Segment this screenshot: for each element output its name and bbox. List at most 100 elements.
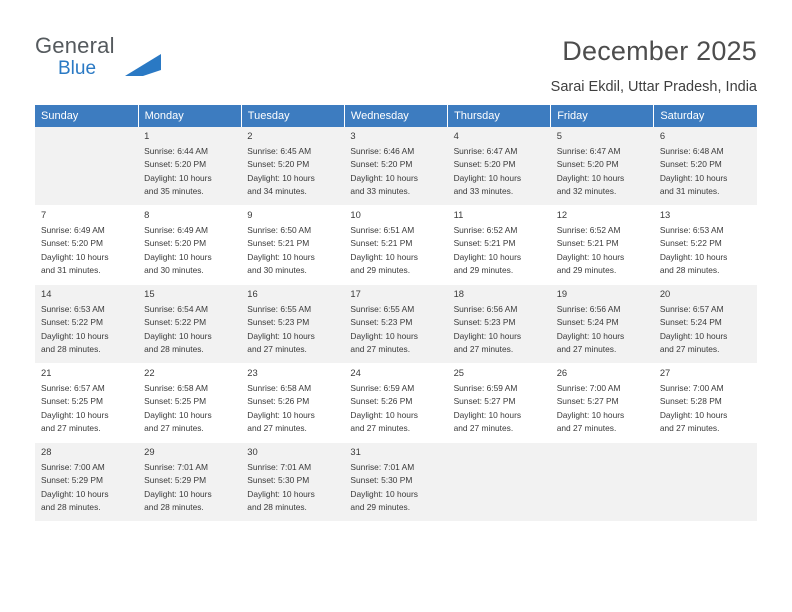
day-details: Sunrise: 6:51 AM Sunset: 5:21 PM Dayligh…: [350, 225, 418, 275]
weekday-header-monday: Monday: [138, 105, 242, 127]
day-details: Sunrise: 6:58 AM Sunset: 5:25 PM Dayligh…: [144, 383, 212, 433]
day-cell: 12 Sunrise: 6:52 AM Sunset: 5:21 PM Dayli…: [550, 205, 654, 285]
day-cell: 25 Sunrise: 6:59 AM Sunset: 5:27 PM Dayli…: [447, 363, 551, 443]
day-cell: 9 Sunrise: 6:50 AM Sunset: 5:21 PM Daylig…: [241, 205, 345, 285]
day-number: 30: [247, 446, 258, 457]
day-cell: 5 Sunrise: 6:47 AM Sunset: 5:20 PM Daylig…: [550, 127, 654, 206]
day-number: 22: [144, 367, 155, 378]
day-number: 28: [41, 446, 52, 457]
day-cell: [653, 442, 757, 522]
day-cell: 15 Sunrise: 6:54 AM Sunset: 5:22 PM Dayli…: [138, 284, 242, 364]
weekday-header-sunday: Sunday: [35, 105, 139, 127]
day-cell: 7 Sunrise: 6:49 AM Sunset: 5:20 PM Daylig…: [35, 205, 139, 285]
day-number: 26: [556, 367, 568, 378]
calendar-week-row: 21 Sunrise: 6:57 AM Sunset: 5:25 PM Dayli…: [35, 363, 757, 443]
day-number: 21: [41, 367, 52, 378]
logo-swoosh-icon: [125, 54, 161, 76]
calendar-week-row: 1 Sunrise: 6:44 AM Sunset: 5:20 PM Daylig…: [35, 127, 757, 206]
day-cell: 21 Sunrise: 6:57 AM Sunset: 5:25 PM Dayli…: [35, 363, 139, 443]
day-cell: 22 Sunrise: 6:58 AM Sunset: 5:25 PM Dayli…: [138, 363, 242, 443]
day-number: 16: [247, 288, 258, 299]
day-number: 10: [350, 209, 361, 220]
day-number: 3: [350, 130, 356, 141]
calendar-week-row: 14 Sunrise: 6:53 AM Sunset: 5:22 PM Dayli…: [35, 284, 757, 364]
day-cell: [35, 127, 139, 206]
page-header: General Blue December 2025 Sarai Ekdil, …: [0, 0, 792, 100]
calendar-page: General Blue December 2025 Sarai Ekdil, …: [0, 0, 792, 612]
day-cell: 6 Sunrise: 6:48 AM Sunset: 5:20 PM Daylig…: [653, 127, 757, 206]
day-details: Sunrise: 6:58 AM Sunset: 5:26 PM Dayligh…: [247, 383, 315, 433]
day-cell: 8 Sunrise: 6:49 AM Sunset: 5:20 PM Daylig…: [138, 205, 242, 285]
day-number: 14: [41, 288, 52, 299]
day-details: Sunrise: 6:56 AM Sunset: 5:23 PM Dayligh…: [453, 304, 522, 354]
day-cell: 28 Sunrise: 7:00 AM Sunset: 5:29 PM Dayli…: [35, 442, 139, 522]
calendar-week-row: 7 Sunrise: 6:49 AM Sunset: 5:20 PM Daylig…: [35, 205, 757, 285]
day-cell: 14 Sunrise: 6:53 AM Sunset: 5:22 PM Dayli…: [35, 284, 139, 364]
day-details: Sunrise: 7:00 AM Sunset: 5:28 PM Dayligh…: [659, 383, 728, 433]
generalblue-logo: General Blue: [35, 34, 165, 82]
day-number: 18: [453, 288, 464, 299]
day-number: 8: [144, 209, 150, 220]
day-cell: 16 Sunrise: 6:55 AM Sunset: 5:23 PM Dayli…: [241, 284, 345, 364]
day-cell: [550, 442, 654, 522]
day-details: Sunrise: 6:44 AM Sunset: 5:20 PM Dayligh…: [144, 146, 212, 196]
day-details: Sunrise: 7:00 AM Sunset: 5:29 PM Dayligh…: [41, 462, 109, 512]
day-details: Sunrise: 6:59 AM Sunset: 5:26 PM Dayligh…: [350, 383, 418, 433]
day-details: Sunrise: 7:01 AM Sunset: 5:30 PM Dayligh…: [247, 462, 315, 512]
day-number: 12: [556, 209, 568, 220]
day-details: Sunrise: 6:53 AM Sunset: 5:22 PM Dayligh…: [659, 225, 728, 275]
day-cell: 31 Sunrise: 7:01 AM Sunset: 5:30 PM Dayli…: [344, 442, 448, 522]
day-number: 5: [556, 130, 562, 141]
day-details: Sunrise: 7:01 AM Sunset: 5:29 PM Dayligh…: [144, 462, 212, 512]
day-cell: 27 Sunrise: 7:00 AM Sunset: 5:28 PM Dayli…: [653, 363, 757, 443]
day-cell: 18 Sunrise: 6:56 AM Sunset: 5:23 PM Dayli…: [447, 284, 551, 364]
day-details: Sunrise: 6:56 AM Sunset: 5:24 PM Dayligh…: [556, 304, 625, 354]
day-details: Sunrise: 6:57 AM Sunset: 5:25 PM Dayligh…: [41, 383, 109, 433]
day-cell: 2 Sunrise: 6:45 AM Sunset: 5:20 PM Daylig…: [241, 127, 345, 206]
day-cell: 10 Sunrise: 6:51 AM Sunset: 5:21 PM Dayli…: [344, 205, 448, 285]
day-details: Sunrise: 6:55 AM Sunset: 5:23 PM Dayligh…: [247, 304, 315, 354]
day-cell: 24 Sunrise: 6:59 AM Sunset: 5:26 PM Dayli…: [344, 363, 448, 443]
day-cell: 1 Sunrise: 6:44 AM Sunset: 5:20 PM Daylig…: [138, 127, 242, 206]
day-number: 15: [144, 288, 155, 299]
day-number: 6: [659, 130, 666, 141]
day-cell: 11 Sunrise: 6:52 AM Sunset: 5:21 PM Dayli…: [447, 205, 551, 285]
day-details: Sunrise: 6:46 AM Sunset: 5:20 PM Dayligh…: [350, 146, 418, 196]
day-number: 2: [247, 130, 253, 141]
weekday-header-thursday: Thursday: [447, 105, 552, 127]
day-cell: 4 Sunrise: 6:47 AM Sunset: 5:20 PM Daylig…: [447, 127, 551, 206]
day-cell: 23 Sunrise: 6:58 AM Sunset: 5:26 PM Dayli…: [241, 363, 345, 443]
day-details: Sunrise: 6:49 AM Sunset: 5:20 PM Dayligh…: [144, 225, 212, 275]
day-details: Sunrise: 6:48 AM Sunset: 5:20 PM Dayligh…: [659, 146, 728, 196]
day-cell: 13 Sunrise: 6:53 AM Sunset: 5:22 PM Dayli…: [653, 205, 757, 285]
day-number: 1: [144, 130, 150, 141]
weekday-header-tuesday: Tuesday: [241, 105, 345, 127]
day-details: Sunrise: 6:57 AM Sunset: 5:24 PM Dayligh…: [659, 304, 728, 354]
day-cell: 30 Sunrise: 7:01 AM Sunset: 5:30 PM Dayli…: [241, 442, 345, 522]
page-title: December 2025: [562, 36, 757, 66]
day-number: 7: [41, 209, 47, 220]
calendar-header-row: Sunday Monday Tuesday Wednesday Thursday…: [35, 105, 757, 127]
day-number: 24: [350, 367, 361, 378]
day-cell: 20 Sunrise: 6:57 AM Sunset: 5:24 PM Dayli…: [653, 284, 757, 364]
day-details: Sunrise: 7:00 AM Sunset: 5:27 PM Dayligh…: [556, 383, 625, 433]
day-details: Sunrise: 6:52 AM Sunset: 5:21 PM Dayligh…: [556, 225, 625, 275]
day-cell: [447, 442, 551, 522]
day-cell: 26 Sunrise: 7:00 AM Sunset: 5:27 PM Dayli…: [550, 363, 654, 443]
calendar-week-row: 28 Sunrise: 7:00 AM Sunset: 5:29 PM Dayli…: [35, 442, 757, 522]
day-details: Sunrise: 6:45 AM Sunset: 5:20 PM Dayligh…: [247, 146, 315, 196]
weekday-header-friday: Friday: [550, 105, 655, 127]
day-number: 25: [453, 367, 464, 378]
calendar-table: Sunday Monday Tuesday Wednesday Thursday…: [35, 105, 757, 522]
day-number: 27: [659, 367, 671, 378]
day-details: Sunrise: 6:50 AM Sunset: 5:21 PM Dayligh…: [247, 225, 315, 275]
day-details: Sunrise: 6:54 AM Sunset: 5:22 PM Dayligh…: [144, 304, 212, 354]
weekday-header-saturday: Saturday: [653, 105, 757, 127]
day-number: 11: [453, 209, 464, 220]
day-details: Sunrise: 6:55 AM Sunset: 5:23 PM Dayligh…: [350, 304, 418, 354]
day-details: Sunrise: 6:59 AM Sunset: 5:27 PM Dayligh…: [453, 383, 522, 433]
day-number: 29: [144, 446, 155, 457]
day-number: 17: [350, 288, 361, 299]
day-details: Sunrise: 6:53 AM Sunset: 5:22 PM Dayligh…: [41, 304, 109, 354]
day-cell: 17 Sunrise: 6:55 AM Sunset: 5:23 PM Dayli…: [344, 284, 448, 364]
